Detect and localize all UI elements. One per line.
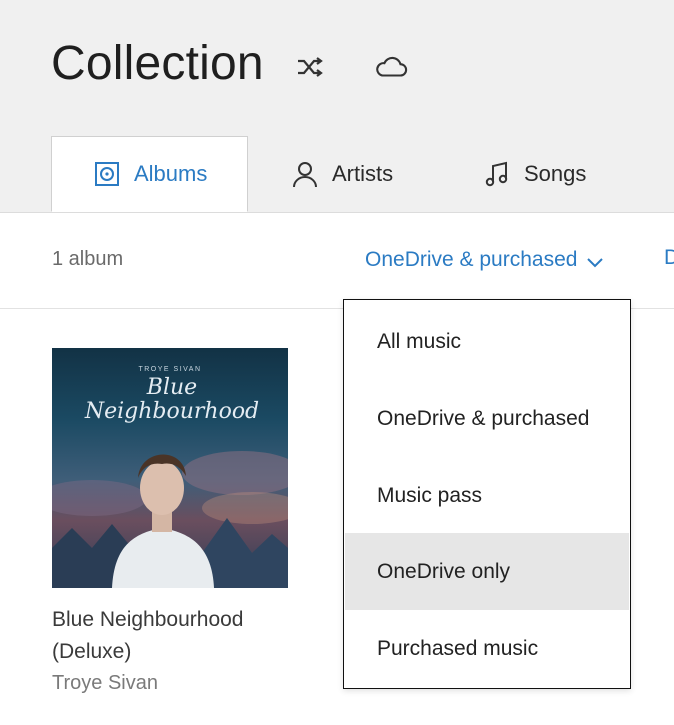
source-filter-dropdown[interactable]: OneDrive & purchased — [365, 246, 604, 274]
sort-dropdown-partial[interactable]: D — [664, 246, 674, 270]
cover-artist-text: TROYE SIVAN — [138, 366, 202, 373]
tab-label: Songs — [524, 161, 587, 186]
source-filter-menu: All music OneDrive & purchased Music pas… — [343, 299, 631, 689]
menu-item-purchased-music[interactable]: Purchased music — [345, 610, 629, 687]
album-icon — [92, 159, 122, 189]
collection-header: Collection Albums Artists Songs — [0, 0, 674, 213]
menu-item-onedrive-purchased[interactable]: OneDrive & purchased — [345, 380, 629, 457]
collection-toolbar: 1 album OneDrive & purchased D — [0, 213, 674, 309]
page-title: Collection — [51, 37, 264, 90]
tab-artists[interactable]: Artists — [290, 136, 430, 212]
menu-item-onedrive-only[interactable]: OneDrive only — [345, 533, 629, 610]
tab-albums[interactable]: Albums — [51, 136, 248, 212]
album-tile[interactable]: TROYE SIVAN Blue Neighbourhood Blue Neig… — [52, 348, 288, 695]
chevron-down-icon — [587, 250, 604, 274]
menu-item-all-music[interactable]: All music — [345, 303, 629, 380]
album-cover: TROYE SIVAN Blue Neighbourhood — [52, 348, 288, 588]
shuffle-icon[interactable] — [293, 50, 327, 84]
tab-label: Artists — [332, 161, 394, 186]
album-title-line: Blue Neighbourhood — [52, 608, 244, 631]
music-note-icon — [482, 159, 512, 189]
cloud-icon[interactable] — [374, 50, 408, 84]
menu-item-music-pass[interactable]: Music pass — [345, 457, 629, 534]
filter-label: OneDrive & purchased — [365, 248, 578, 271]
person-icon — [290, 159, 320, 189]
album-title: Blue Neighbourhood (Deluxe) — [52, 604, 288, 668]
tab-songs[interactable]: Songs — [482, 136, 622, 212]
tab-label: Albums — [134, 161, 208, 186]
album-count: 1 album — [52, 248, 124, 270]
album-artist[interactable]: Troye Sivan — [52, 672, 288, 695]
album-title-line: (Deluxe) — [52, 640, 132, 663]
cover-title-text: Blue Neighbourhood — [84, 375, 260, 424]
